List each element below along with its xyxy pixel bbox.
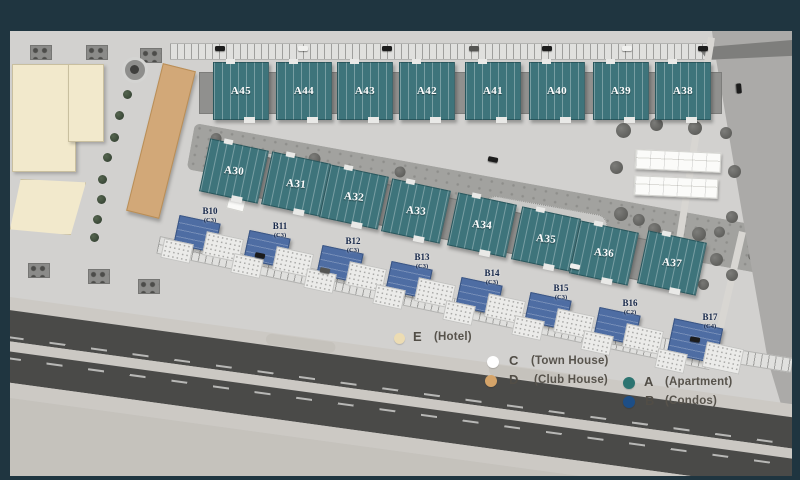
legend-label-club-house: (Club House): [534, 374, 608, 386]
building-a39: A39: [593, 62, 649, 120]
building-b14: B14(C3): [458, 271, 534, 323]
top-parking-strip: [170, 43, 745, 60]
legend-dot-apartment: [623, 377, 635, 389]
legend-label-hotel: (Hotel): [434, 331, 472, 343]
building-b16: B16(C2): [596, 301, 672, 353]
masterplan-screenshot: A45 A44 A43 A42 A41 A40 A39 A38 A30 A31 …: [0, 0, 800, 480]
building-label: A35: [535, 232, 556, 246]
roundabout: [122, 57, 148, 83]
building-sublabel: (C2): [624, 309, 636, 316]
building-sublabel: (C3): [347, 247, 359, 254]
tree-planter: [86, 45, 108, 60]
building-b12: B12(C3): [319, 239, 395, 291]
building-label: A31: [285, 177, 306, 191]
building-label: B14: [484, 268, 499, 278]
building-label: A32: [343, 190, 364, 204]
hotel-building-wing: [68, 64, 104, 142]
building-label: A38: [673, 85, 693, 97]
building-a38: A38: [655, 62, 711, 120]
building-a41: A41: [465, 62, 521, 120]
building-a44: A44: [276, 62, 332, 120]
legend-label-town-house: (Town House): [531, 355, 609, 367]
building-label: B10: [202, 206, 217, 216]
car: [298, 46, 308, 51]
townhouse-row: [634, 175, 719, 199]
building-a45: A45: [213, 62, 269, 120]
car: [622, 46, 632, 51]
car: [215, 46, 225, 51]
building-label: B16: [622, 298, 637, 308]
car: [469, 46, 479, 51]
building-a32: A32: [319, 164, 389, 229]
building-sublabel: (C4): [704, 323, 716, 330]
legend-key-hotel: E: [413, 329, 422, 344]
legend-label-apartment: (Apartment): [665, 376, 732, 388]
building-label: A45: [231, 85, 251, 97]
building-label: A30: [223, 164, 244, 178]
building-label: A40: [547, 85, 567, 97]
building-label: B17: [702, 312, 717, 322]
building-label: A42: [417, 85, 437, 97]
legend-key-condos: B: [645, 393, 654, 408]
building-a36: A36: [569, 220, 639, 285]
building-label: A44: [294, 85, 314, 97]
building-label: B13: [414, 252, 429, 262]
building-sublabel: (C3): [204, 217, 216, 224]
building-b15: B15(C3): [527, 286, 603, 338]
townhouse-row: [635, 149, 722, 173]
car: [542, 46, 552, 51]
building-a43: A43: [337, 62, 393, 120]
building-b13: B13(C3): [388, 255, 464, 307]
building-label: A33: [405, 204, 426, 218]
building-b17: B17(C4): [668, 313, 748, 373]
car: [488, 156, 499, 163]
building-a30: A30: [199, 138, 269, 203]
building-sublabel: (C3): [555, 294, 567, 301]
club-house-building: [126, 63, 196, 219]
legend-dot-club-house: [485, 375, 497, 387]
tree-planter: [88, 269, 110, 284]
building-a42: A42: [399, 62, 455, 120]
building-label: A39: [611, 85, 631, 97]
tree-planter: [138, 279, 160, 294]
building-label: A37: [661, 256, 682, 270]
building-label: B12: [345, 236, 360, 246]
legend-dot-hotel: [394, 333, 405, 344]
building-sublabel: (C3): [416, 263, 428, 270]
site-plan-map: A45 A44 A43 A42 A41 A40 A39 A38 A30 A31 …: [10, 31, 792, 476]
building-label: B15: [553, 283, 568, 293]
legend-key-club-house: D: [509, 372, 518, 387]
building-label: A34: [471, 218, 492, 232]
legend-key-town-house: C: [509, 353, 518, 368]
tree-planter: [30, 45, 52, 60]
hotel-building: [12, 64, 76, 172]
building-sublabel: (C3): [274, 232, 286, 239]
building-a34: A34: [447, 192, 517, 257]
car: [736, 83, 742, 93]
car: [698, 46, 708, 51]
building-a40: A40: [529, 62, 585, 120]
legend-label-condos: (Condos): [665, 395, 717, 407]
tree-planter: [28, 263, 50, 278]
building-sublabel: (C3): [486, 279, 498, 286]
building-label: A43: [355, 85, 375, 97]
building-a37: A37: [637, 230, 707, 295]
car: [382, 46, 392, 51]
hotel-building-lower: [10, 179, 86, 235]
building-label: A41: [483, 85, 503, 97]
building-a33: A33: [381, 178, 451, 243]
legend-dot-town-house: [487, 356, 499, 368]
legend-key-apartment: A: [644, 374, 653, 389]
building-b10: B10(C3): [176, 209, 252, 261]
building-label: A36: [593, 246, 614, 260]
legend-dot-condos: [623, 396, 635, 408]
building-label: B11: [273, 221, 288, 231]
